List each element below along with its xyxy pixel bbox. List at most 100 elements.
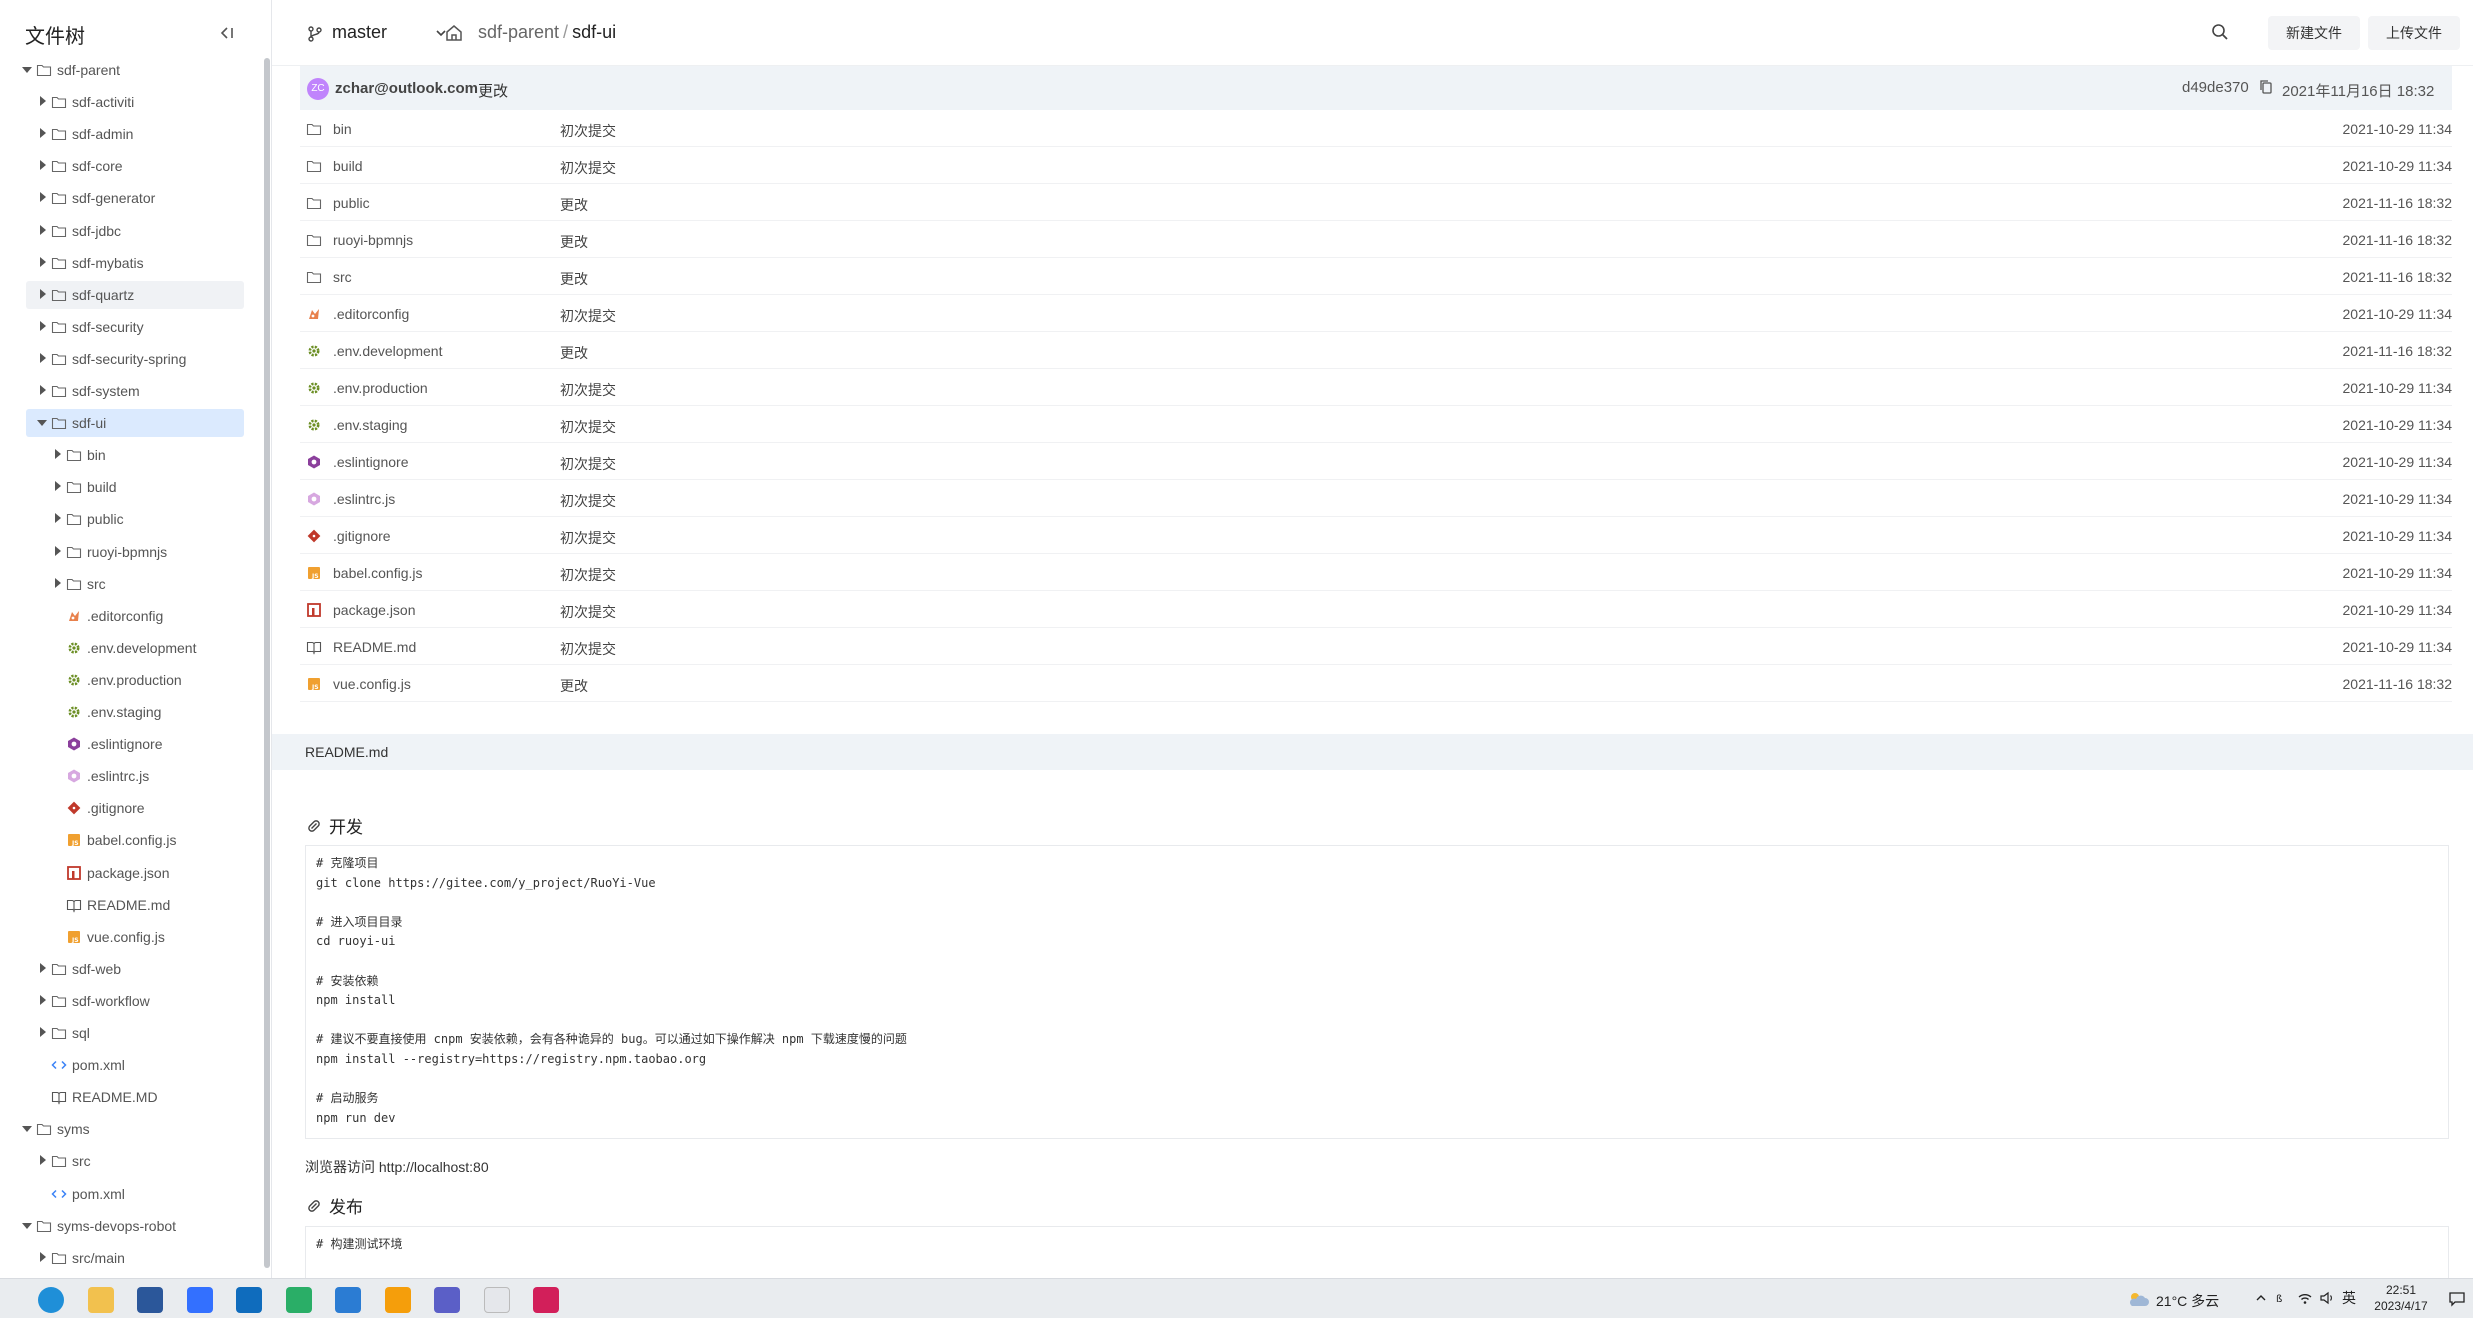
tree-file[interactable]: .env.development xyxy=(26,634,244,662)
file-name-link[interactable]: src xyxy=(333,269,352,285)
tree-folder[interactable]: sdf-parent xyxy=(22,56,244,84)
file-name-link[interactable]: build xyxy=(333,158,363,174)
tree-folder[interactable]: syms xyxy=(22,1115,244,1143)
caret-right-icon[interactable] xyxy=(40,256,46,267)
chevron-up-icon[interactable] xyxy=(2252,1289,2270,1307)
file-row[interactable]: .eslintignore 初次提交 2021-10-29 11:34 xyxy=(300,443,2452,480)
tree-folder[interactable]: sdf-jdbc xyxy=(26,217,244,245)
search-icon[interactable] xyxy=(2210,22,2230,42)
tree-folder[interactable]: src/main xyxy=(26,1244,244,1272)
tree-folder[interactable]: sdf-activiti xyxy=(26,88,244,116)
upload-file-button[interactable]: 上传文件 xyxy=(2368,16,2460,50)
app-purple-icon[interactable] xyxy=(434,1287,460,1313)
tree-folder[interactable]: sdf-security xyxy=(26,313,244,341)
tree-folder[interactable]: sdf-system xyxy=(26,377,244,405)
commit-author[interactable]: zchar@outlook.com xyxy=(335,80,478,97)
ime-language-indicator[interactable]: 英 xyxy=(2340,1289,2358,1307)
caret-right-icon[interactable] xyxy=(40,224,46,235)
file-commit-message[interactable]: 更改 xyxy=(560,232,588,252)
mail-icon[interactable] xyxy=(137,1287,163,1313)
file-row[interactable]: .env.staging 初次提交 2021-10-29 11:34 xyxy=(300,406,2452,443)
caret-right-icon[interactable] xyxy=(55,449,61,460)
localhost-url[interactable]: http://localhost:80 xyxy=(379,1159,489,1175)
caret-down-icon[interactable] xyxy=(37,420,47,427)
file-commit-message[interactable]: 初次提交 xyxy=(560,417,616,437)
tree-file[interactable]: .gitignore xyxy=(26,794,244,822)
file-row[interactable]: .eslintrc.js 初次提交 2021-10-29 11:34 xyxy=(300,480,2452,517)
file-row[interactable]: .env.development 更改 2021-11-16 18:32 xyxy=(300,332,2452,369)
caret-down-icon[interactable] xyxy=(22,1222,32,1229)
file-name-link[interactable]: .env.staging xyxy=(333,417,407,433)
tree-folder[interactable]: sdf-mybatis xyxy=(26,249,244,277)
tree-folder[interactable]: sdf-admin xyxy=(26,120,244,148)
caret-right-icon[interactable] xyxy=(40,1155,46,1166)
tree-file[interactable]: .env.staging xyxy=(26,698,244,726)
file-name-link[interactable]: ruoyi-bpmnjs xyxy=(333,232,413,248)
tree-file[interactable]: pom.xml xyxy=(26,1180,244,1208)
file-name-link[interactable]: package.json xyxy=(333,602,416,618)
caret-right-icon[interactable] xyxy=(40,128,46,139)
tree-file[interactable]: .env.production xyxy=(26,666,244,694)
caret-right-icon[interactable] xyxy=(40,352,46,363)
tree-file[interactable]: JS vue.config.js xyxy=(26,923,244,951)
file-row[interactable]: bin 初次提交 2021-10-29 11:34 xyxy=(300,110,2452,147)
caret-right-icon[interactable] xyxy=(40,994,46,1005)
copy-icon[interactable] xyxy=(2258,79,2274,95)
commit-hash[interactable]: d49de370 xyxy=(2182,79,2249,96)
file-row[interactable]: package.json 初次提交 2021-10-29 11:34 xyxy=(300,591,2452,628)
tree-folder[interactable]: sdf-web xyxy=(26,955,244,983)
tree-folder[interactable]: sdf-generator xyxy=(26,184,244,212)
caret-down-icon[interactable] xyxy=(22,1126,32,1133)
notepad-icon[interactable] xyxy=(483,1287,510,1313)
intellij-icon[interactable] xyxy=(533,1287,559,1313)
home-icon[interactable] xyxy=(444,23,464,43)
cloudy-weather-icon[interactable] xyxy=(2126,1289,2150,1309)
caret-right-icon[interactable] xyxy=(55,481,61,492)
todo-icon[interactable] xyxy=(335,1287,361,1313)
tree-folder[interactable]: bin xyxy=(26,441,244,469)
tree-folder[interactable]: sdf-core xyxy=(26,152,244,180)
file-name-link[interactable]: .editorconfig xyxy=(333,306,409,322)
tree-file[interactable]: README.md xyxy=(26,891,244,919)
new-file-button[interactable]: 新建文件 xyxy=(2268,16,2360,50)
file-name-link[interactable]: bin xyxy=(333,121,352,137)
caret-right-icon[interactable] xyxy=(40,96,46,107)
tree-folder[interactable]: sdf-security-spring xyxy=(26,345,244,373)
volume-icon[interactable] xyxy=(2318,1289,2336,1307)
file-name-link[interactable]: .eslintrc.js xyxy=(333,491,395,507)
commit-message[interactable]: 更改 xyxy=(478,80,508,101)
file-name-link[interactable]: .env.development xyxy=(333,343,442,359)
file-row[interactable]: .gitignore 初次提交 2021-10-29 11:34 xyxy=(300,517,2452,554)
tree-folder[interactable]: src xyxy=(26,570,244,598)
caret-right-icon[interactable] xyxy=(40,1251,46,1262)
explorer-icon[interactable] xyxy=(87,1287,114,1313)
tree-folder[interactable]: public xyxy=(26,505,244,533)
file-row[interactable]: README.md 初次提交 2021-10-29 11:34 xyxy=(300,628,2452,665)
file-name-link[interactable]: .env.production xyxy=(333,380,428,396)
caret-right-icon[interactable] xyxy=(40,962,46,973)
file-commit-message[interactable]: 初次提交 xyxy=(560,528,616,548)
file-name-link[interactable]: public xyxy=(333,195,370,211)
tree-folder[interactable]: build xyxy=(26,473,244,501)
file-commit-message[interactable]: 初次提交 xyxy=(560,491,616,511)
caret-right-icon[interactable] xyxy=(55,545,61,556)
file-commit-message[interactable]: 更改 xyxy=(560,676,588,696)
file-row[interactable]: src 更改 2021-11-16 18:32 xyxy=(300,258,2452,295)
file-commit-message[interactable]: 初次提交 xyxy=(560,639,616,659)
file-commit-message[interactable]: 初次提交 xyxy=(560,380,616,400)
tree-file[interactable]: .eslintignore xyxy=(26,730,244,758)
file-name-link[interactable]: vue.config.js xyxy=(333,676,411,692)
tree-folder[interactable]: sdf-quartz xyxy=(26,280,244,309)
caret-right-icon[interactable] xyxy=(40,288,46,299)
wifi-icon[interactable] xyxy=(2296,1289,2314,1307)
file-commit-message[interactable]: 初次提交 xyxy=(560,158,616,178)
outlook-icon[interactable] xyxy=(236,1287,262,1313)
caret-right-icon[interactable] xyxy=(40,385,46,395)
caret-right-icon[interactable] xyxy=(55,577,61,588)
tree-folder[interactable]: src xyxy=(26,1147,244,1175)
caret-down-icon[interactable] xyxy=(22,67,32,73)
feishu-icon[interactable] xyxy=(186,1287,213,1313)
file-commit-message[interactable]: 初次提交 xyxy=(560,306,616,326)
file-name-link[interactable]: .eslintignore xyxy=(333,454,409,470)
file-commit-message[interactable]: 更改 xyxy=(560,195,588,215)
